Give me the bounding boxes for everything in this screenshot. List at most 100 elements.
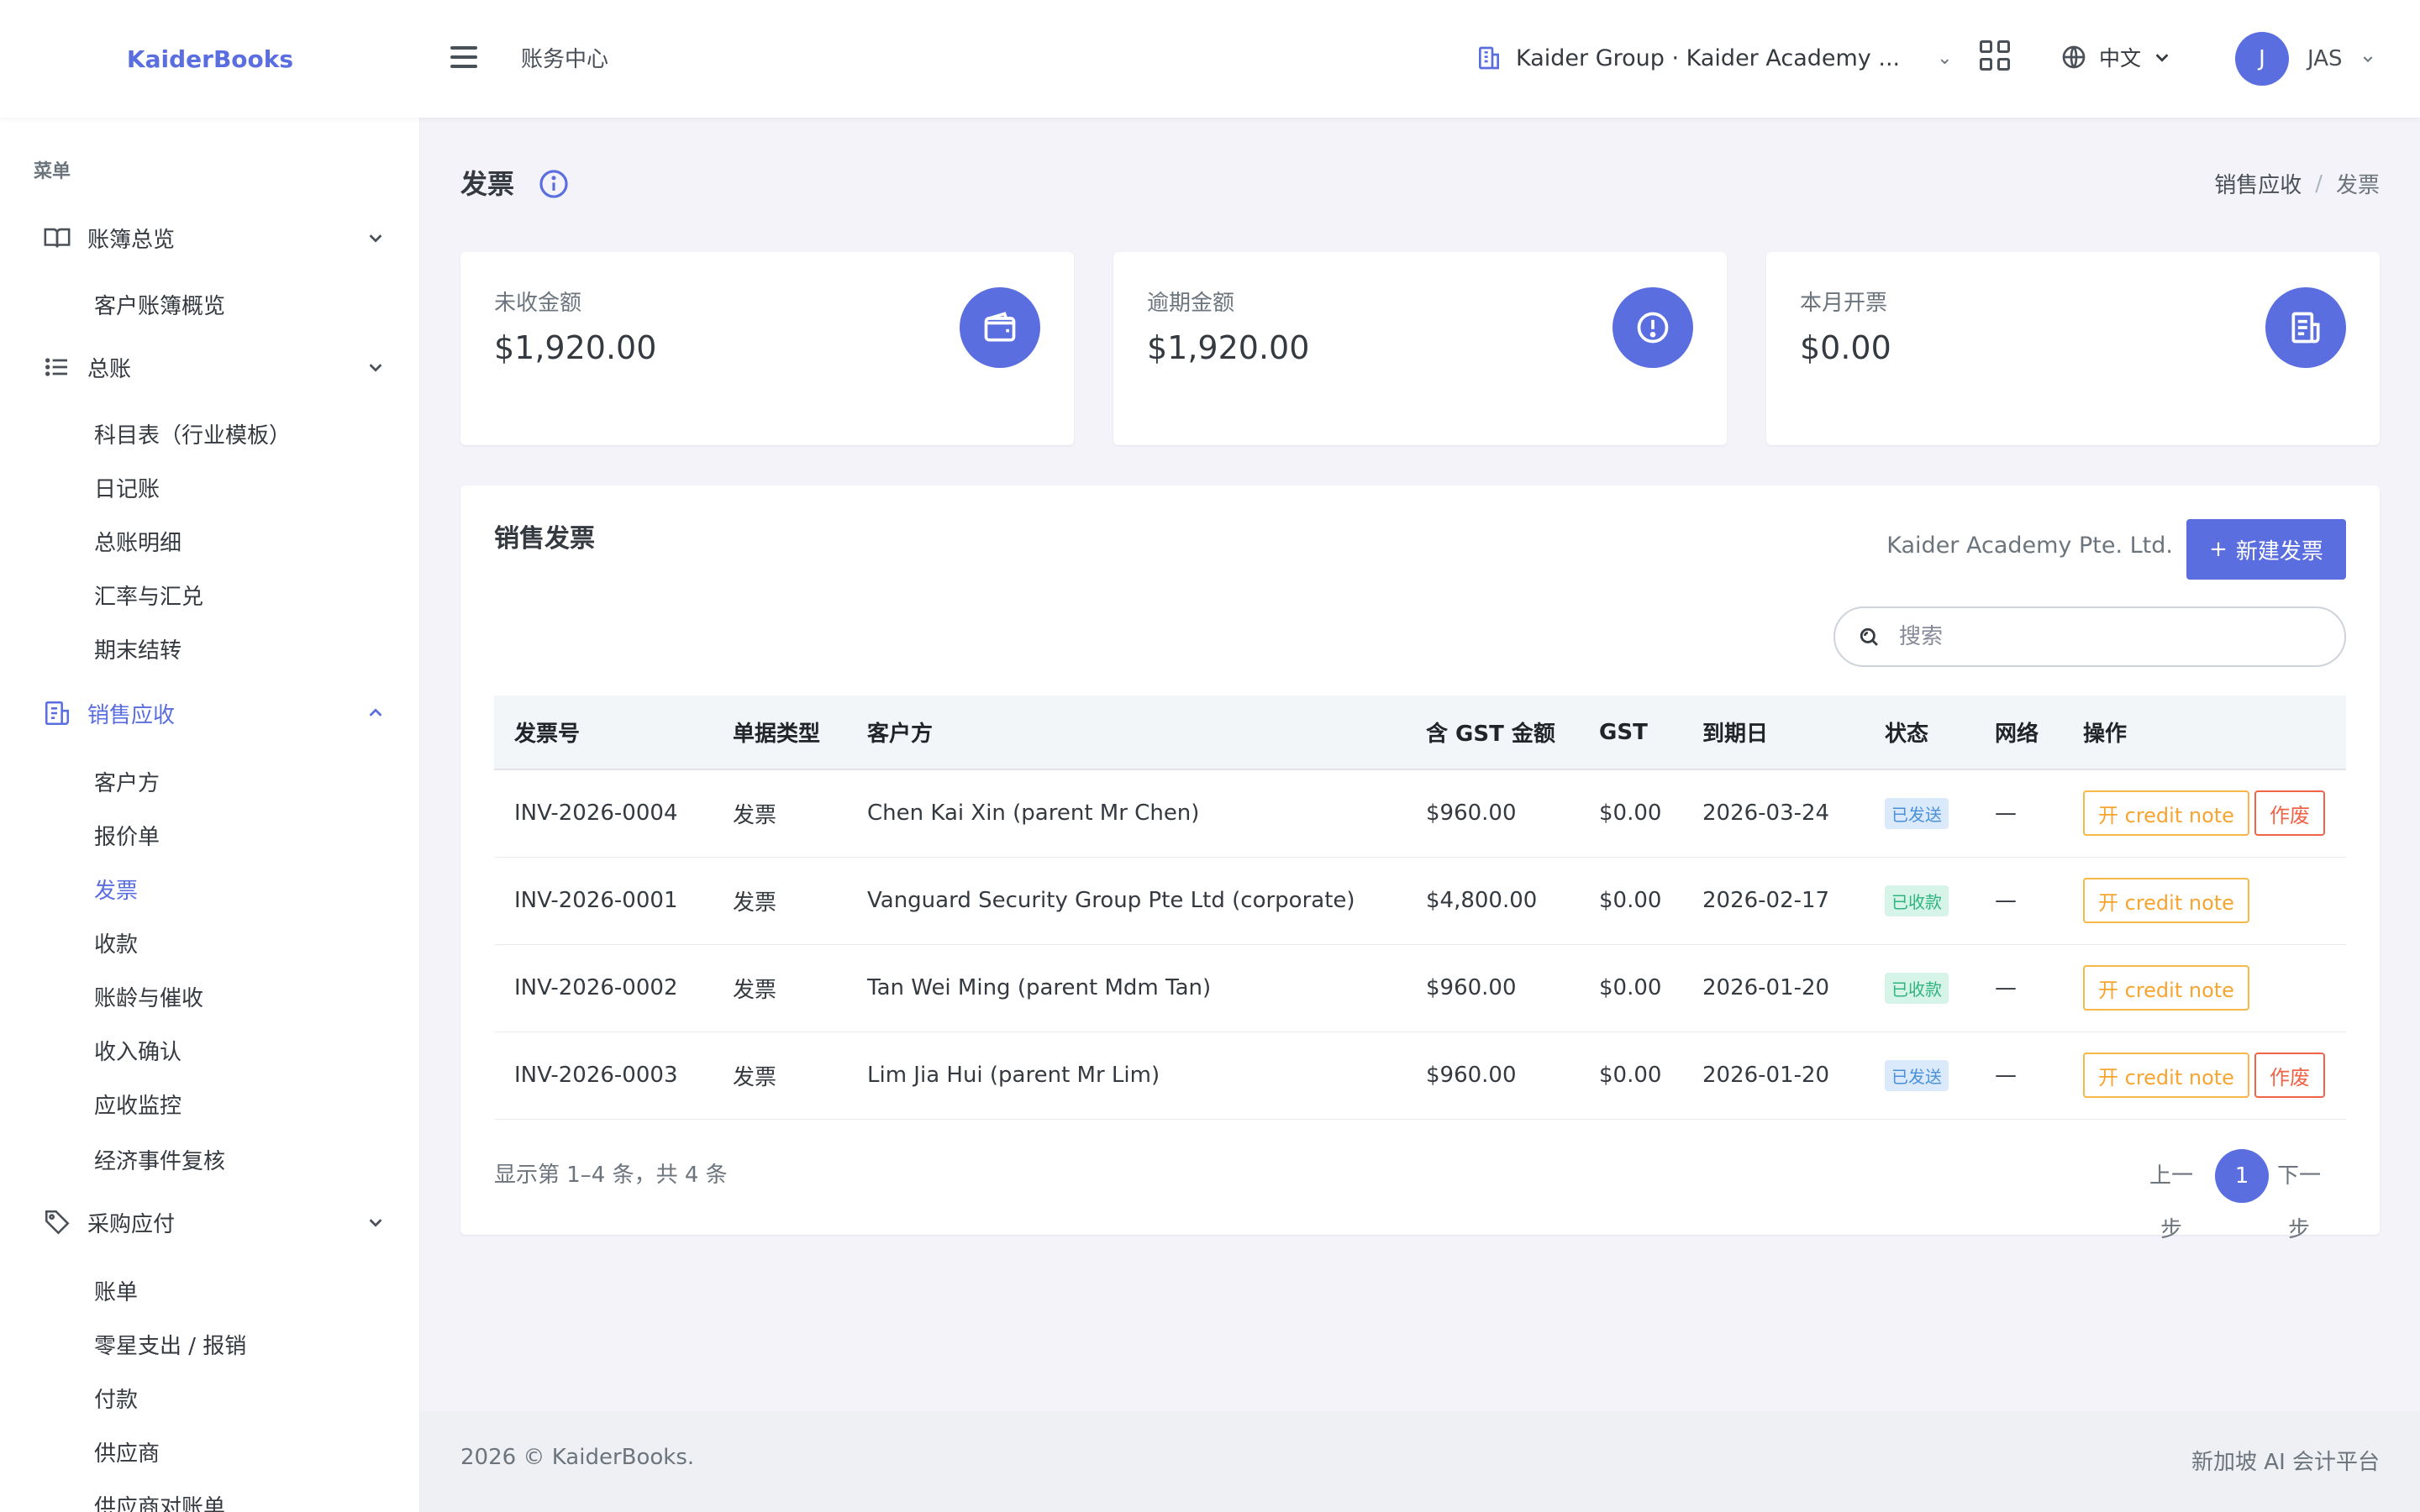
list-icon: [40, 350, 74, 384]
stat-value: $1,920.00: [494, 329, 657, 366]
plus-icon: +: [2209, 537, 2228, 562]
due-date: 2026-01-20: [1682, 1032, 1865, 1120]
stat-card-overdue: 逾期金额 $1,920.00: [1113, 252, 1727, 445]
invoice-number[interactable]: INV-2026-0002: [494, 944, 713, 1032]
customer-name: Chen Kai Xin (parent Mr Chen): [847, 769, 1406, 858]
footer: 2026 © KaiderBooks. 新加坡 AI 会计平台: [420, 1411, 2420, 1512]
customer-name: Tan Wei Ming (parent Mdm Tan): [847, 944, 1406, 1032]
sidebar-item-invoices[interactable]: 发票: [94, 874, 138, 905]
page-1-button[interactable]: 1: [2215, 1149, 2269, 1203]
new-invoice-button[interactable]: + 新建发票: [2186, 519, 2346, 580]
sidebar-item-fx[interactable]: 汇率与汇兑: [94, 580, 203, 611]
sidebar-item-customer-ledger[interactable]: 客户账簿概览: [94, 289, 225, 320]
table-row[interactable]: INV-2026-0001 发票 Vanguard Security Group…: [494, 857, 2346, 945]
invoice-number[interactable]: INV-2026-0003: [494, 1032, 713, 1120]
menu-toggle-icon[interactable]: [449, 42, 479, 72]
sidebar-item-period-close[interactable]: 期末结转: [94, 633, 182, 664]
chevron-down-icon: [2363, 56, 2372, 63]
column-header[interactable]: GST: [1579, 696, 1682, 770]
column-header[interactable]: 到期日: [1682, 696, 1865, 770]
stat-value: $0.00: [1800, 329, 1891, 366]
sidebar-group-purchases-payables[interactable]: 采购应付: [40, 1201, 385, 1243]
chevron-down-icon: [369, 364, 382, 372]
brand-logo[interactable]: KaiderBooks: [0, 0, 420, 118]
credit-note-button[interactable]: 开 credit note: [2083, 1053, 2249, 1098]
gst: $0.00: [1579, 857, 1682, 945]
due-date: 2026-02-17: [1682, 857, 1865, 945]
sidebar-item-ar-monitor[interactable]: 应收监控: [94, 1089, 182, 1120]
column-header[interactable]: 客户方: [847, 696, 1406, 770]
apps-grid-icon[interactable]: [1980, 40, 2010, 71]
search-input[interactable]: [1899, 624, 2319, 649]
chevron-up-icon: [369, 708, 382, 717]
column-header[interactable]: 单据类型: [713, 696, 847, 770]
column-header[interactable]: 含 GST 金额: [1406, 696, 1579, 770]
sidebar-item-supplier-statements[interactable]: 供应商对账单: [94, 1490, 225, 1512]
table-row[interactable]: INV-2026-0002 发票 Tan Wei Ming (parent Md…: [494, 944, 2346, 1032]
gst: $0.00: [1579, 944, 1682, 1032]
void-button[interactable]: 作废: [2254, 790, 2325, 837]
stat-label: 逾期金额: [1147, 291, 1235, 316]
table-row[interactable]: INV-2026-0003 发票 Lim Jia Hui (parent Mr …: [494, 1032, 2346, 1120]
sidebar-group-ledger-overview[interactable]: 账簿总览: [40, 217, 385, 259]
language-switcher[interactable]: 中文: [2060, 40, 2171, 74]
sidebar: 菜单 账簿总览 客户账簿概览 总账 科目表（行业模板） 日记账 总账明细 汇率与…: [0, 118, 420, 1512]
sidebar-item-aging[interactable]: 账龄与催收: [94, 981, 203, 1012]
column-header[interactable]: 状态: [1865, 696, 1975, 770]
doc-type: 发票: [713, 769, 847, 858]
sidebar-group-general-ledger[interactable]: 总账: [40, 346, 385, 388]
network: —: [1975, 944, 2063, 1032]
chevron-down-icon: [369, 1219, 382, 1227]
sidebar-item-expenses[interactable]: 零星支出 / 报销: [94, 1329, 246, 1360]
sidebar-item-revenue-recognition[interactable]: 收入确认: [94, 1035, 182, 1066]
column-header[interactable]: 发票号: [494, 696, 713, 770]
sidebar-item-payments[interactable]: 付款: [94, 1383, 138, 1414]
stat-card-outstanding: 未收金额 $1,920.00: [460, 252, 1074, 445]
customer-name: Lim Jia Hui (parent Mr Lim): [847, 1032, 1406, 1120]
invoice-number[interactable]: INV-2026-0004: [494, 769, 713, 858]
credit-note-button[interactable]: 开 credit note: [2083, 878, 2249, 923]
footer-copyright: 2026 © KaiderBooks.: [460, 1445, 695, 1470]
sidebar-item-quotes[interactable]: 报价单: [94, 820, 160, 851]
topbar: KaiderBooks 账务中心 Kaider Group · Kaider A…: [0, 0, 2420, 118]
status-cell: 已发送: [1865, 769, 1975, 858]
sidebar-group-label: 采购应付: [87, 1211, 176, 1237]
wallet-icon: [960, 287, 1040, 368]
user-menu[interactable]: J JAS: [2235, 32, 2375, 86]
sidebar-item-receipts[interactable]: 收款: [94, 927, 138, 958]
globe-icon: [2062, 45, 2086, 69]
breadcrumb-current: 发票: [2335, 173, 2380, 198]
invoice-number[interactable]: INV-2026-0001: [494, 857, 713, 945]
sidebar-item-bills[interactable]: 账单: [94, 1275, 138, 1306]
credit-note-button[interactable]: 开 credit note: [2083, 790, 2249, 837]
void-button[interactable]: 作废: [2254, 1053, 2325, 1098]
org-switcher[interactable]: Kaider Group · Kaider Academy ... ⌄: [1476, 37, 1953, 79]
credit-note-button[interactable]: 开 credit note: [2083, 965, 2249, 1011]
sidebar-item-chart-of-accounts[interactable]: 科目表（行业模板）: [94, 418, 291, 449]
building-icon: [1479, 46, 1499, 70]
sidebar-group-label: 账簿总览: [87, 227, 176, 253]
sidebar-item-gl-detail[interactable]: 总账明细: [94, 526, 182, 557]
doc-type: 发票: [713, 944, 847, 1032]
actions-cell: 开 credit note: [2063, 944, 2346, 1032]
sidebar-item-event-review[interactable]: 经济事件复核: [94, 1144, 225, 1175]
sidebar-group-sales-receivables[interactable]: 销售应收: [40, 692, 385, 734]
chevron-down-icon: [2155, 54, 2169, 62]
next-page-button[interactable]: 下一步: [2272, 1149, 2326, 1257]
breadcrumb-link[interactable]: 销售应收: [2214, 168, 2302, 199]
gst: $0.00: [1579, 1032, 1682, 1120]
receipt-icon: [40, 696, 74, 730]
sidebar-item-customers[interactable]: 客户方: [94, 766, 160, 797]
stat-value: $1,920.00: [1147, 329, 1310, 366]
table-row[interactable]: INV-2026-0004 发票 Chen Kai Xin (parent Mr…: [494, 769, 2346, 858]
sidebar-item-suppliers[interactable]: 供应商: [94, 1436, 160, 1467]
doc-type: 发票: [713, 1032, 847, 1120]
breadcrumb-separator: /: [2315, 171, 2323, 197]
column-header[interactable]: 网络: [1975, 696, 2063, 770]
page-title: 发票: [460, 168, 515, 200]
search-box: [1833, 606, 2346, 667]
language-label: 中文: [2099, 46, 2142, 71]
prev-page-button[interactable]: 上一步: [2144, 1149, 2198, 1257]
info-icon[interactable]: [538, 168, 570, 200]
sidebar-item-journal[interactable]: 日记账: [94, 472, 160, 503]
